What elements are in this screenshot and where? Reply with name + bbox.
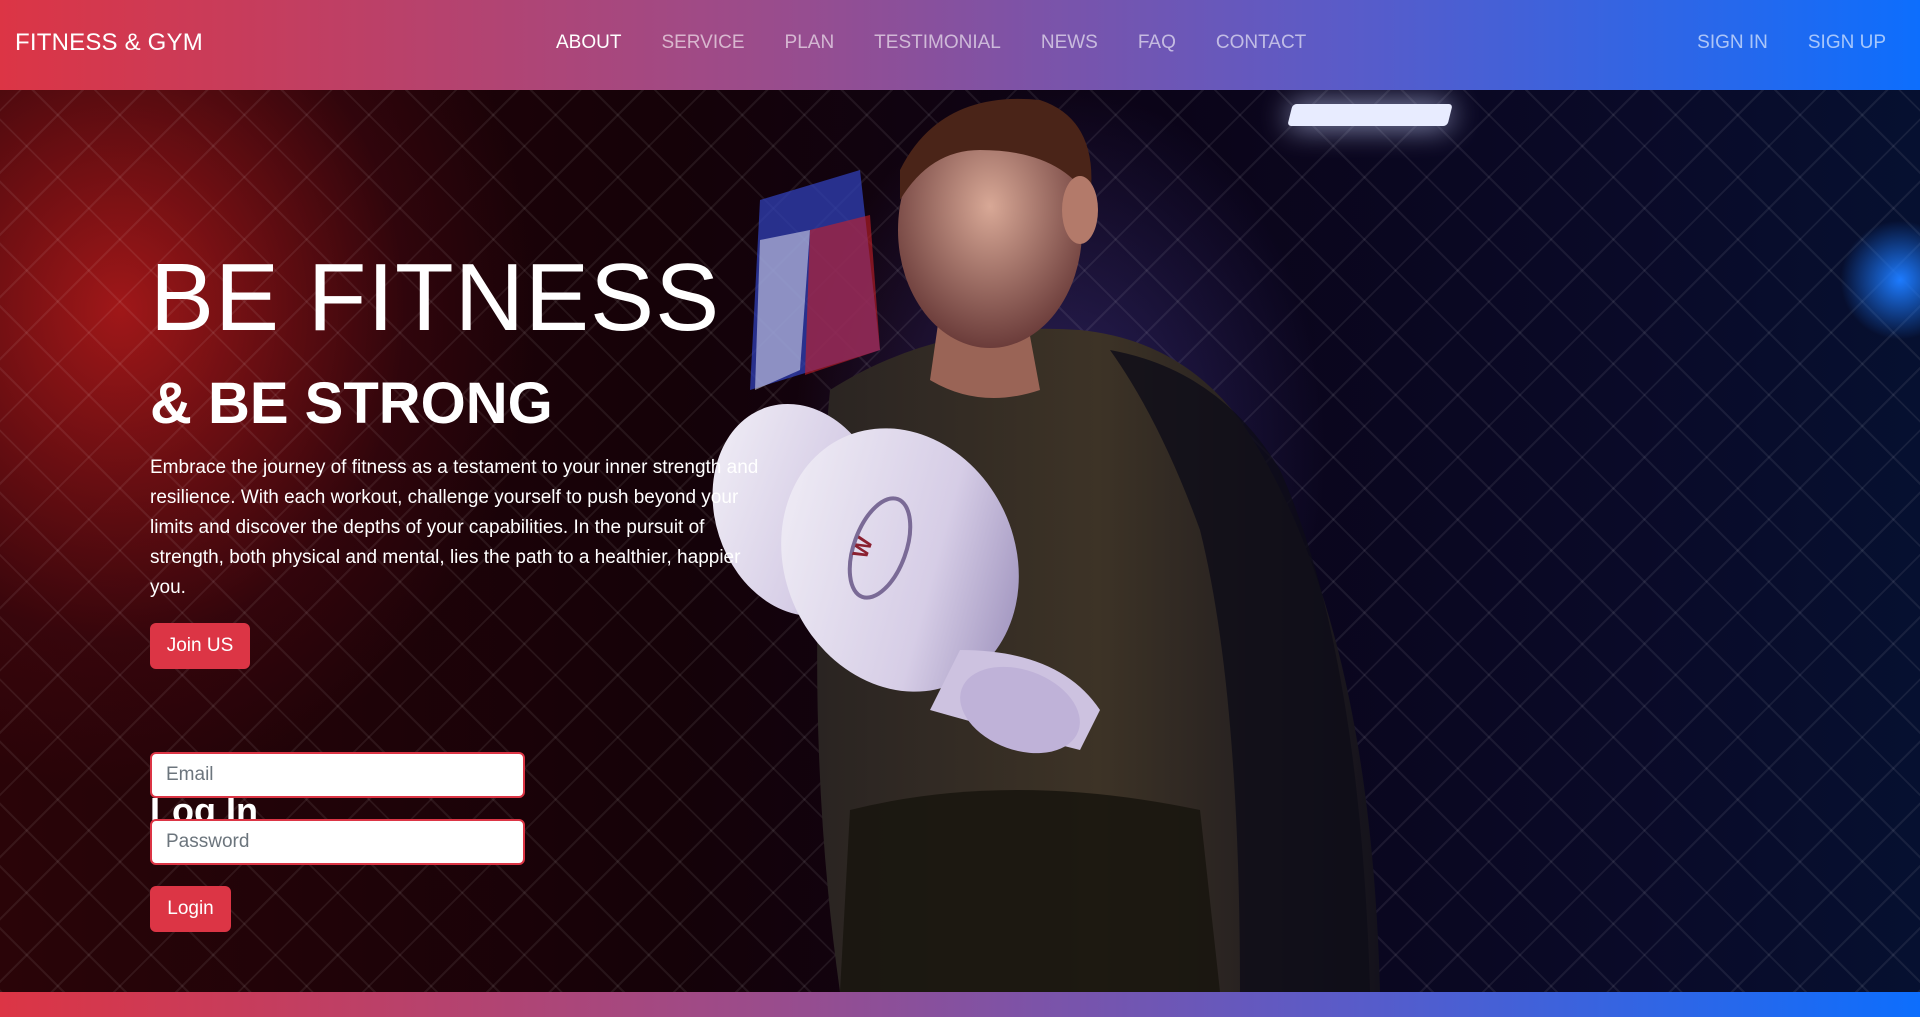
nav-links: ABOUT SERVICE PLAN TESTIMONIAL NEWS FAQ …: [556, 32, 1346, 54]
top-navbar: FITNESS & GYM ABOUT SERVICE PLAN TESTIMO…: [0, 0, 1920, 90]
footer-gradient-bar: [0, 992, 1920, 1017]
sign-in-link[interactable]: SIGN IN: [1697, 32, 1768, 54]
nav-link-faq[interactable]: FAQ: [1138, 32, 1176, 54]
hero-description: Embrace the journey of fitness as a test…: [150, 457, 759, 598]
nav-link-contact[interactable]: CONTACT: [1216, 32, 1306, 54]
nav-link-plan[interactable]: PLAN: [785, 32, 835, 54]
nav-link-testimonial[interactable]: TESTIMONIAL: [874, 32, 1001, 54]
sign-up-link[interactable]: SIGN UP: [1808, 32, 1886, 54]
boxer-photo: W: [712, 98, 1380, 992]
email-input[interactable]: [150, 752, 525, 798]
nav-link-news[interactable]: NEWS: [1041, 32, 1098, 54]
auth-links: SIGN IN SIGN UP: [1657, 32, 1886, 54]
brand-logo[interactable]: FITNESS & GYM: [15, 29, 203, 57]
password-input[interactable]: [150, 819, 525, 865]
hero-subtitle: & BE STRONG: [150, 371, 553, 436]
nav-link-about[interactable]: ABOUT: [556, 32, 621, 54]
login-button[interactable]: Login: [150, 886, 231, 932]
join-us-button[interactable]: Join US: [150, 623, 250, 669]
nav-link-service[interactable]: SERVICE: [661, 32, 744, 54]
hero-title: BE FITNESS: [150, 244, 721, 351]
